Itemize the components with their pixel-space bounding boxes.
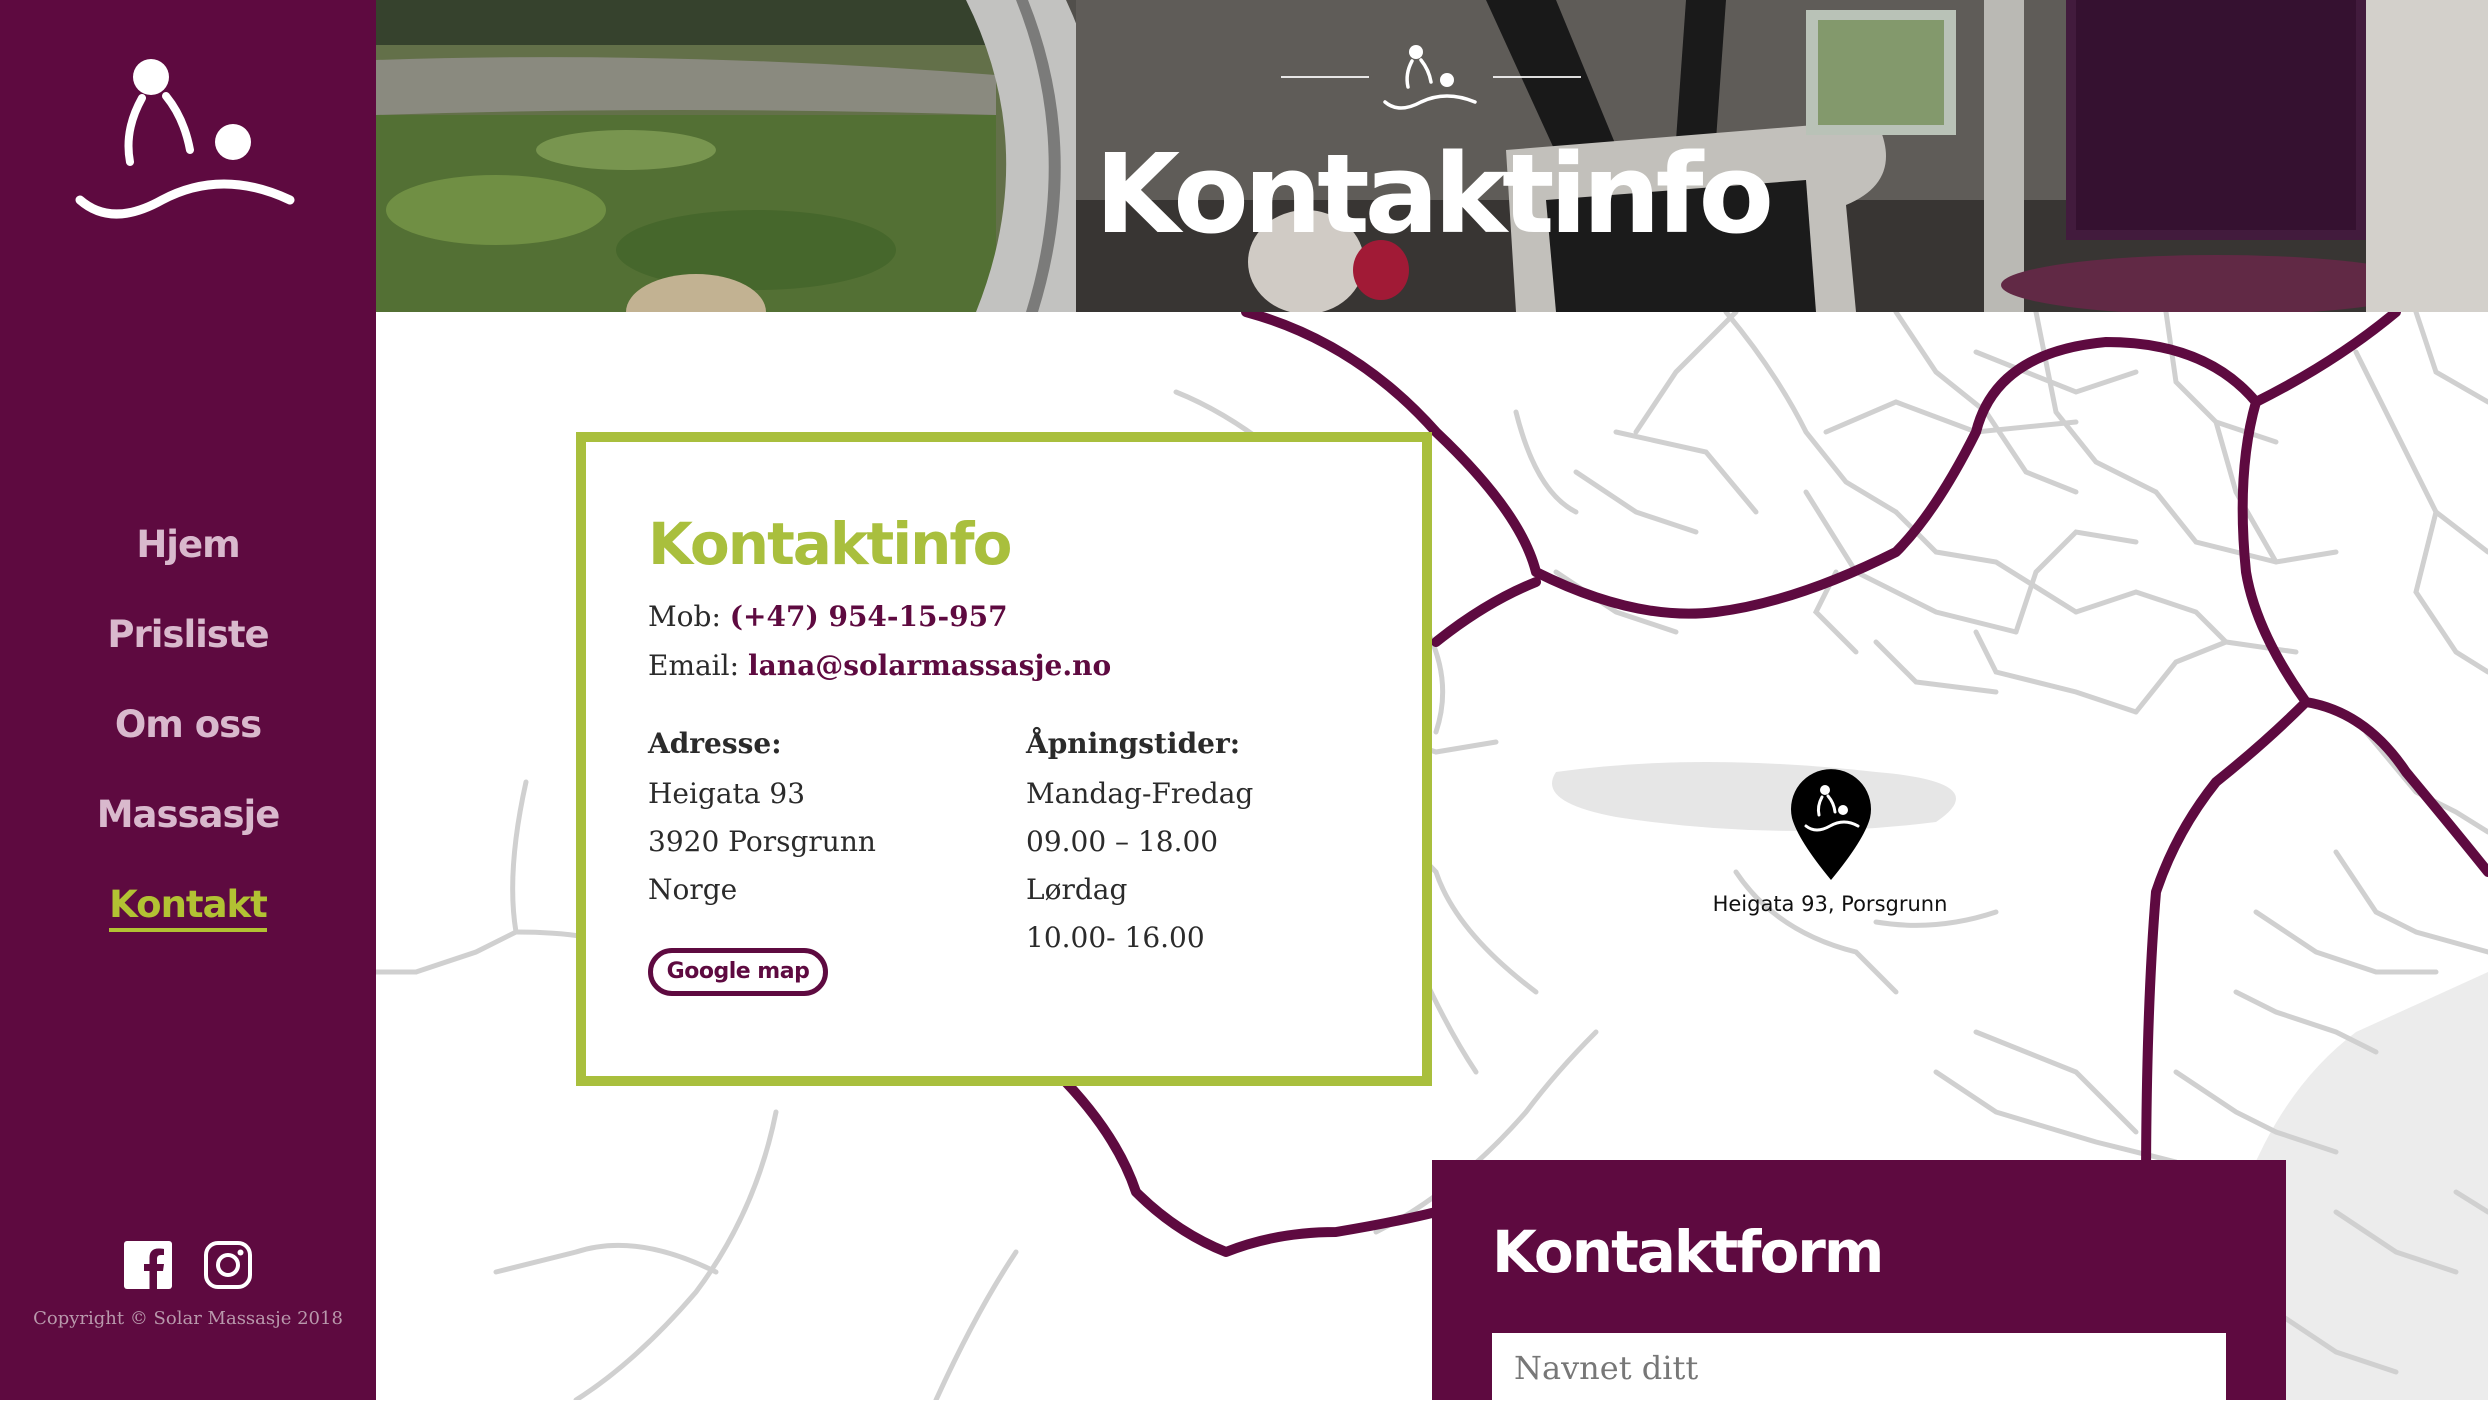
nav-item-kontakt[interactable]: Kontakt — [0, 870, 376, 960]
email-label: Email: — [648, 649, 740, 682]
massage-logo-icon[interactable] — [72, 50, 302, 230]
contact-info-card: Kontaktinfo Mob: (+47) 954-15-957 Email:… — [576, 432, 1432, 1086]
address-column: Adresse: Heigata 93 3920 Porsgrunn Norge — [648, 727, 876, 914]
nav-item-hjem[interactable]: Hjem — [0, 510, 376, 600]
address-line: Heigata 93 — [648, 777, 806, 810]
nav-item-prisliste[interactable]: Prisliste — [0, 600, 376, 690]
address-heading: Adresse: — [648, 727, 782, 760]
sidebar: Hjem Prisliste Om oss Massasje Kontakt C… — [0, 0, 376, 1400]
email-link[interactable]: lana@solarmassasje.no — [748, 649, 1111, 682]
map-pin-icon[interactable] — [1788, 768, 1874, 880]
mobile-line: Mob: (+47) 954-15-957 — [648, 600, 1008, 633]
massage-emblem-icon — [1281, 45, 1581, 110]
copyright-text: Copyright © Solar Massasje 2018 — [33, 1308, 343, 1329]
google-map-button[interactable]: Google map — [648, 948, 828, 996]
address-line: 3920 Porsgrunn — [648, 825, 876, 858]
map-pin-label: Heigata 93, Porsgrunn — [1712, 892, 1948, 916]
opening-hours-line: Mandag-Fredag — [1026, 777, 1254, 810]
contact-form: Kontaktform — [1432, 1160, 2286, 1403]
hero-banner: Kontaktinfo — [376, 0, 2488, 312]
opening-hours-line: 10.00- 16.00 — [1026, 921, 1205, 954]
address-line: Norge — [648, 873, 738, 906]
contact-form-title: Kontaktform — [1492, 1218, 1884, 1286]
nav-item-label: Om oss — [114, 703, 262, 746]
contact-info-title: Kontaktinfo — [648, 510, 1012, 578]
opening-hours-column: Åpningstider: Mandag-Fredag 09.00 – 18.0… — [1026, 727, 1253, 962]
nav-item-label: Massasje — [96, 793, 281, 836]
instagram-icon[interactable] — [203, 1240, 253, 1290]
nav-item-massasje[interactable]: Massasje — [0, 780, 376, 870]
page-title: Kontaktinfo — [1094, 130, 1774, 258]
email-line: Email: lana@solarmassasje.no — [648, 649, 1111, 682]
mobile-link[interactable]: (+47) 954-15-957 — [730, 600, 1008, 633]
name-input[interactable] — [1492, 1333, 2226, 1403]
nav-item-label: Kontakt — [109, 883, 268, 932]
mobile-label: Mob: — [648, 600, 721, 633]
opening-hours-line: 09.00 – 18.00 — [1026, 825, 1219, 858]
main-navigation: Hjem Prisliste Om oss Massasje Kontakt — [0, 510, 376, 960]
nav-item-om-oss[interactable]: Om oss — [0, 690, 376, 780]
facebook-icon[interactable] — [123, 1240, 173, 1290]
nav-item-label: Hjem — [136, 523, 240, 566]
opening-hours-line: Lørdag — [1026, 873, 1128, 906]
social-links — [0, 1240, 376, 1294]
nav-item-label: Prisliste — [107, 613, 269, 656]
opening-hours-heading: Åpningstider: — [1026, 727, 1241, 760]
